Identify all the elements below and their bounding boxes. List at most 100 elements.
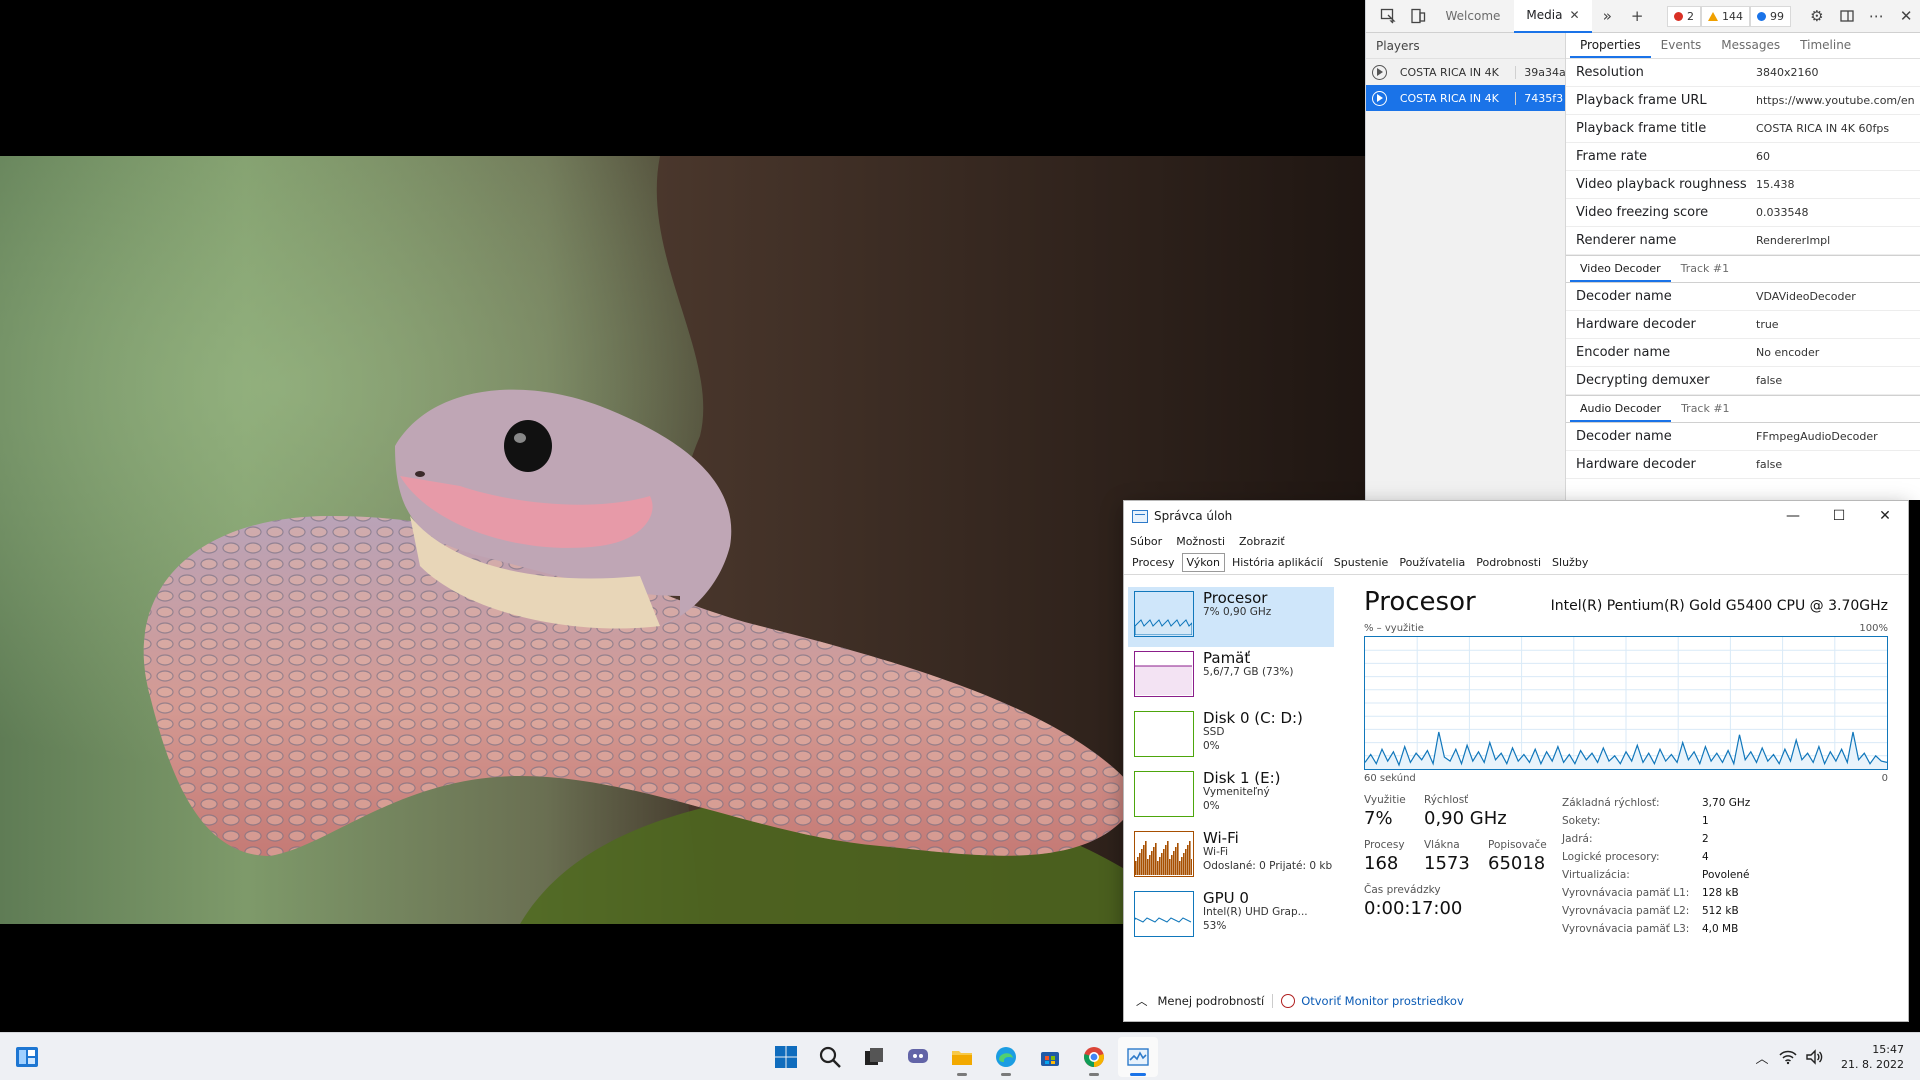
issue-badges[interactable]: 2 144 99: [1667, 5, 1791, 27]
more-tabs-icon[interactable]: »: [1594, 2, 1622, 30]
player-properties: Properties Events Messages Timeline Reso…: [1566, 33, 1920, 500]
tab-users[interactable]: Používatelia: [1395, 554, 1469, 571]
edge-icon[interactable]: [986, 1037, 1026, 1077]
uptime-label: Čas prevádzky: [1364, 884, 1441, 896]
dock-icon[interactable]: [1833, 2, 1861, 30]
detail-value: 128 kB: [1702, 887, 1739, 899]
info-badge[interactable]: 99: [1750, 5, 1791, 27]
cpu-model: Intel(R) Pentium(R) Gold G5400 CPU @ 3.7…: [1550, 598, 1888, 614]
property-key: Hardware decoder: [1576, 457, 1696, 472]
close-button[interactable]: ✕: [1862, 501, 1908, 531]
cpu-panel: Procesor Intel(R) Pentium(R) Gold G5400 …: [1334, 577, 1908, 981]
resource-name: Procesor: [1203, 589, 1268, 607]
video-decoder-table: Decoder name VDAVideoDecoder Hardware deco…: [1566, 283, 1920, 395]
clock[interactable]: 15:47 21. 8. 2022: [1827, 1042, 1920, 1072]
add-tab-icon[interactable]: +: [1623, 2, 1651, 30]
detail-key: Virtualizácia:: [1562, 869, 1630, 881]
detail-value: Povolené: [1702, 869, 1750, 881]
warnings-badge[interactable]: 144: [1701, 5, 1750, 27]
property-value: false: [1756, 458, 1783, 471]
handles-label: Popisovače: [1488, 839, 1547, 851]
tab-audio-decoder[interactable]: Audio Decoder: [1570, 396, 1672, 422]
clock-time: 15:47: [1872, 1043, 1904, 1056]
property-key: Playback frame URL: [1576, 93, 1707, 108]
inspect-element-icon[interactable]: [1374, 2, 1402, 30]
detail-row: Vyrovnávacia pamäť L2: 512 kB: [1562, 902, 1888, 920]
detail-key: Jadrá:: [1562, 833, 1593, 845]
detail-key: Vyrovnávacia pamäť L2:: [1562, 905, 1690, 917]
tab-audio-track[interactable]: Track #1: [1671, 396, 1740, 422]
sidebar-item-disk-0-c-d-[interactable]: Disk 0 (C: D:) SSD 0%: [1128, 707, 1334, 767]
volume-icon[interactable]: [1801, 1044, 1827, 1070]
audio-decoder-table: Decoder name FFmpegAudioDecoder Hardware d…: [1566, 423, 1920, 479]
file-explorer-icon[interactable]: [942, 1037, 982, 1077]
sidebar-item-pam-[interactable]: Pamäť 5,6/7,7 GB (73%): [1128, 647, 1334, 707]
gear-icon[interactable]: ⚙: [1803, 2, 1831, 30]
properties-table: Resolution 3840x2160 Playback frame URL htt…: [1566, 59, 1920, 255]
property-row: Renderer name RendererImpl: [1566, 227, 1920, 255]
tab-services[interactable]: Služby: [1548, 554, 1592, 571]
resource-detail: Vymeniteľný: [1203, 786, 1270, 798]
close-devtools-icon[interactable]: ✕: [1892, 2, 1920, 30]
search-icon[interactable]: [810, 1037, 850, 1077]
tab-app-history[interactable]: História aplikácií: [1228, 554, 1327, 571]
resource-thumbnail: [1134, 651, 1194, 697]
wifi-icon[interactable]: [1775, 1044, 1801, 1070]
maximize-button[interactable]: ☐: [1816, 501, 1862, 531]
property-value: 3840x2160: [1756, 66, 1819, 79]
detail-value: 512 kB: [1702, 905, 1739, 917]
title-bar[interactable]: Správca úloh — ☐ ✕: [1124, 501, 1908, 531]
chrome-icon[interactable]: [1074, 1037, 1114, 1077]
chat-icon[interactable]: [898, 1037, 938, 1077]
tab-events[interactable]: Events: [1651, 33, 1712, 58]
uptime-value: 0:00:17:00: [1364, 898, 1463, 919]
tab-timeline[interactable]: Timeline: [1790, 33, 1861, 58]
task-manager-footer: ︿ Menej podrobností Otvoriť Monitor pros…: [1124, 981, 1908, 1021]
menu-file[interactable]: Súbor: [1130, 535, 1162, 548]
minimize-button[interactable]: —: [1770, 501, 1816, 531]
tab-performance[interactable]: Výkon: [1181, 553, 1225, 572]
property-value: true: [1756, 318, 1779, 331]
task-manager-taskbar-icon[interactable]: [1118, 1037, 1158, 1077]
windows-start-icon[interactable]: [766, 1037, 806, 1077]
tab-welcome[interactable]: Welcome: [1434, 0, 1513, 33]
property-row: Resolution 3840x2160: [1566, 59, 1920, 87]
device-toolbar-icon[interactable]: [1404, 2, 1432, 30]
sidebar-item-wi-fi[interactable]: Wi-Fi Wi-Fi Odoslané: 0 Prijaté: 0 kb: [1128, 827, 1334, 887]
resource-name: GPU 0: [1203, 889, 1249, 907]
tab-media[interactable]: Media ✕: [1514, 0, 1592, 33]
tab-video-decoder[interactable]: Video Decoder: [1570, 256, 1671, 282]
errors-badge[interactable]: 2: [1667, 5, 1701, 27]
menu-options[interactable]: Možnosti: [1176, 535, 1225, 548]
tab-startup[interactable]: Spustenie: [1330, 554, 1393, 571]
player-row[interactable]: COSTA RICA IN 4K 39a34a: [1366, 59, 1565, 85]
cpu-stats: Využitie 7% Rýchlosť 0,90 GHz Procesy 168 V…: [1364, 794, 1562, 938]
open-resource-monitor-link[interactable]: Otvoriť Monitor prostriedkov: [1281, 994, 1464, 1008]
tab-video-track[interactable]: Track #1: [1671, 256, 1740, 282]
detail-value: 4,0 MB: [1702, 923, 1739, 935]
resource-detail: 7% 0,90 GHz: [1203, 606, 1272, 618]
task-view-icon[interactable]: [854, 1037, 894, 1077]
fewer-details-button[interactable]: ︿ Menej podrobností: [1136, 993, 1264, 1009]
tab-processes[interactable]: Procesy: [1128, 554, 1179, 571]
property-value: RendererImpl: [1756, 234, 1831, 247]
property-row: Frame rate 60: [1566, 143, 1920, 171]
detail-value: 3,70 GHz: [1702, 797, 1751, 809]
property-key: Hardware decoder: [1576, 317, 1696, 332]
sidebar-item-procesor[interactable]: Procesor 7% 0,90 GHz: [1128, 587, 1334, 647]
tab-messages[interactable]: Messages: [1711, 33, 1790, 58]
menu-view[interactable]: Zobraziť: [1239, 535, 1285, 548]
sidebar-item-gpu-0[interactable]: GPU 0 Intel(R) UHD Grap... 53%: [1128, 887, 1334, 947]
more-options-icon[interactable]: ⋯: [1863, 2, 1891, 30]
store-icon[interactable]: [1030, 1037, 1070, 1077]
widgets-icon[interactable]: [14, 1045, 40, 1069]
utilization-label: Využitie: [1364, 794, 1406, 806]
resource-name: Disk 1 (E:): [1203, 769, 1281, 787]
chevron-up-icon[interactable]: ︿: [1749, 1044, 1775, 1070]
tab-properties[interactable]: Properties: [1570, 33, 1651, 58]
player-row-selected[interactable]: COSTA RICA IN 4K 7435f3: [1366, 85, 1565, 111]
tab-details[interactable]: Podrobnosti: [1472, 554, 1545, 571]
sidebar-item-disk-1-e-[interactable]: Disk 1 (E:) Vymeniteľný 0%: [1128, 767, 1334, 827]
close-tab-icon[interactable]: ✕: [1569, 8, 1579, 22]
video-decoder-row: Encoder name No encoder: [1566, 339, 1920, 367]
